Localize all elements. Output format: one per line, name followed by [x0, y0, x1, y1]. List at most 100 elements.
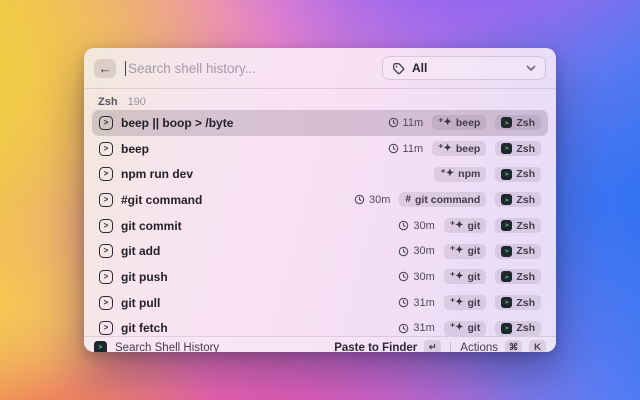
list-item[interactable]: > git add 30m ⁺✦ git > Zsh	[92, 238, 548, 264]
shell-badge: > Zsh	[495, 192, 541, 207]
clock-icon	[398, 323, 409, 334]
tag-badge: ⁺✦ git	[444, 321, 487, 336]
zsh-icon: >	[501, 194, 512, 205]
time-ago: 30m	[398, 245, 434, 257]
shell-badge: > Zsh	[495, 269, 541, 284]
command-text: beep	[121, 142, 149, 156]
desktop-background: ← All Zsh 190	[0, 0, 640, 400]
time-ago: 11m	[388, 143, 424, 155]
zsh-icon: >	[501, 169, 512, 180]
row-accessories: 30m ⁺✦ git > Zsh	[398, 244, 541, 259]
list-item[interactable]: > beep 11m ⁺✦ beep > Zsh	[92, 136, 548, 162]
row-accessories: 11m ⁺✦ beep > Zsh	[388, 115, 541, 130]
tag-badge: ⁺✦ git	[444, 244, 487, 259]
terminal-icon: >	[99, 296, 113, 310]
clock-icon	[388, 143, 399, 154]
section-header: Zsh 190	[84, 89, 556, 108]
footer-actions: Paste to Finder ↵ Actions ⌘ K	[334, 340, 546, 352]
tag-badge: ⁺✦ beep	[432, 141, 486, 156]
row-accessories: 30m ⁺✦ git > Zsh	[398, 218, 541, 233]
shell-badge: > Zsh	[495, 321, 541, 336]
command-text: #git command	[121, 193, 202, 207]
command-text: npm run dev	[121, 167, 193, 181]
command-text: beep || boop > /byte	[121, 116, 233, 130]
clock-icon	[398, 220, 409, 231]
shell-history-window: ← All Zsh 190	[84, 48, 556, 352]
filter-dropdown[interactable]: All	[382, 56, 546, 80]
tag-badge: ⁺✦ git	[444, 269, 487, 284]
tag-icon	[392, 62, 405, 75]
actions-button[interactable]: Actions	[460, 342, 498, 353]
search-input[interactable]	[126, 61, 373, 76]
tag-badge: ⁺✦ npm	[434, 167, 486, 182]
back-button[interactable]: ←	[94, 59, 116, 78]
zsh-icon: >	[501, 271, 512, 282]
command-text: git push	[121, 270, 168, 284]
terminal-icon: >	[99, 219, 113, 233]
time-ago: 31m	[398, 322, 434, 334]
extension-name: Search Shell History	[115, 342, 219, 353]
clock-icon	[398, 271, 409, 282]
primary-action-label[interactable]: Paste to Finder	[334, 342, 417, 353]
time-ago: 30m	[398, 271, 434, 283]
list-item[interactable]: > git push 30m ⁺✦ git > Zsh	[92, 264, 548, 290]
terminal-icon: >	[99, 167, 113, 181]
cmd-key-badge: ⌘	[505, 340, 522, 352]
command-text: git commit	[121, 219, 182, 233]
sparkles-icon: ⁺✦	[440, 169, 454, 179]
list-item[interactable]: > npm run dev ⁺✦ npm > Zsh	[92, 161, 548, 187]
zsh-icon: >	[501, 246, 512, 257]
row-accessories: 11m ⁺✦ beep > Zsh	[388, 141, 541, 156]
terminal-icon: >	[99, 116, 113, 130]
terminal-icon: >	[99, 142, 113, 156]
terminal-icon: >	[99, 244, 113, 258]
tag-badge: # git command	[399, 192, 486, 207]
zsh-icon: >	[501, 117, 512, 128]
shell-badge: > Zsh	[495, 141, 541, 156]
clock-icon	[398, 297, 409, 308]
sparkles-icon: ⁺✦	[450, 246, 464, 256]
command-text: git fetch	[121, 321, 168, 335]
terminal-icon: >	[99, 193, 113, 207]
zsh-icon: >	[501, 323, 512, 334]
list-item[interactable]: > git pull 31m ⁺✦ git > Zsh	[92, 290, 548, 316]
terminal-icon: >	[99, 321, 113, 335]
zsh-icon: >	[501, 297, 512, 308]
footer-separator	[450, 342, 451, 352]
shell-badge: > Zsh	[495, 115, 541, 130]
sparkles-icon: ⁺✦	[438, 144, 452, 154]
command-text: git add	[121, 244, 160, 258]
time-ago: 11m	[388, 117, 424, 129]
shell-badge: > Zsh	[495, 244, 541, 259]
list-item[interactable]: > beep || boop > /byte 11m ⁺✦ beep > Zsh	[92, 110, 548, 136]
row-accessories: 31m ⁺✦ git > Zsh	[398, 295, 541, 310]
row-accessories: 30m # git command > Zsh	[354, 192, 541, 207]
section-name: Zsh	[98, 96, 118, 108]
clock-icon	[388, 117, 399, 128]
row-accessories: ⁺✦ npm > Zsh	[434, 167, 541, 182]
list-item[interactable]: > git fetch 31m ⁺✦ git > Zsh	[92, 316, 548, 337]
zsh-icon: >	[501, 220, 512, 231]
command-list: > beep || boop > /byte 11m ⁺✦ beep > Zsh	[84, 108, 556, 336]
hash-icon: #	[405, 195, 411, 205]
sparkles-icon: ⁺✦	[450, 323, 464, 333]
time-ago: 31m	[398, 297, 434, 309]
section-count: 190	[128, 96, 146, 108]
extension-icon: >	[94, 341, 107, 352]
row-accessories: 30m ⁺✦ git > Zsh	[398, 269, 541, 284]
clock-icon	[354, 194, 365, 205]
shell-badge: > Zsh	[495, 218, 541, 233]
chevron-down-icon	[526, 65, 536, 72]
search-area	[125, 48, 373, 88]
list-item[interactable]: > #git command 30m # git command > Zsh	[92, 187, 548, 213]
time-ago: 30m	[398, 220, 434, 232]
enter-key-badge: ↵	[424, 340, 441, 352]
time-ago: 30m	[354, 194, 390, 206]
list-item[interactable]: > git commit 30m ⁺✦ git > Zsh	[92, 213, 548, 239]
tag-badge: ⁺✦ git	[444, 218, 487, 233]
sparkles-icon: ⁺✦	[450, 298, 464, 308]
back-arrow-icon: ←	[99, 62, 112, 75]
tag-badge: ⁺✦ beep	[432, 115, 486, 130]
shell-badge: > Zsh	[495, 295, 541, 310]
tag-badge: ⁺✦ git	[444, 295, 487, 310]
